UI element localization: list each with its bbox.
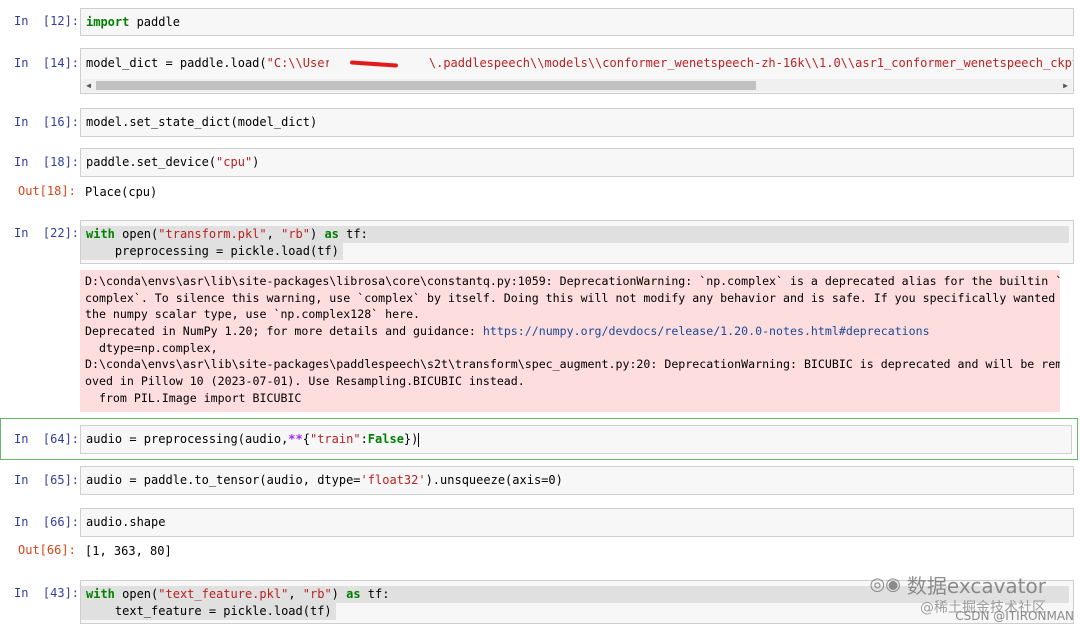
code-text: audio = paddle.to_tensor(audio, dtype= <box>86 473 361 487</box>
numpy-release-link[interactable]: https://numpy.org/devdocs/release/1.20.0… <box>483 324 930 338</box>
input-prompt: In [66]: <box>14 515 80 529</box>
stderr-line: D:\conda\envs\asr\lib\site-packages\libr… <box>85 274 1060 288</box>
stderr-line: dtype=np.complex, <box>85 340 218 355</box>
cell-output: [1, 363, 80] <box>85 544 172 558</box>
stderr-line: the numpy scalar type, use `np.complex12… <box>85 307 421 322</box>
keyword: as <box>324 227 339 241</box>
wechat-icon: ◎◉ <box>869 574 901 595</box>
keyword: False <box>367 432 404 446</box>
input-prompt: In [14]: <box>14 56 80 70</box>
code-input[interactable]: paddle.set_device("cpu") <box>80 148 1074 177</box>
watermark-text: 数据excavator <box>906 574 1046 598</box>
keyword: import <box>86 15 130 29</box>
code-input[interactable]: model.set_state_dict(model_dict) <box>80 108 1074 137</box>
string-literal: "rb" <box>281 227 310 241</box>
code-text: audio.shape <box>86 515 166 529</box>
code-text: text_feature = pickle.load(tf) <box>81 603 336 620</box>
input-prompt: In [12]: <box>14 14 80 28</box>
string-literal: "text_feature.pkl" <box>158 587 289 601</box>
code-input[interactable]: model_dict = paddle.load("C:\\Users \.pad… <box>80 48 1074 94</box>
output-prompt: Out[18]: <box>18 184 76 198</box>
horizontal-scrollbar[interactable]: ◀ ▶ <box>82 79 1072 92</box>
input-prompt: In [43]: <box>14 586 80 600</box>
stderr-line: oved in Pillow 10 (2023-07-01). Use Resa… <box>85 374 525 389</box>
stderr-line: from PIL.Image import BICUBIC <box>85 390 302 405</box>
stderr-line: D:\conda\envs\asr\lib\site-packages\padd… <box>85 357 1060 372</box>
scroll-left-icon[interactable]: ◀ <box>82 79 95 92</box>
string-literal: "train" <box>309 432 361 446</box>
input-prompt: In [64]: <box>14 432 80 446</box>
code-text: ) <box>252 155 260 169</box>
code-text: open( <box>114 587 159 601</box>
code-text: paddle.set_device( <box>86 155 217 169</box>
text-cursor <box>418 432 420 447</box>
code-text: ) <box>310 227 325 241</box>
string-literal: \.paddlespeech\\models\\conformer_wenets… <box>428 56 1073 70</box>
csdn-watermark: CSDN @ITIRONMAN <box>955 609 1074 623</box>
code-text: , <box>288 587 303 601</box>
operator: ** <box>288 432 303 446</box>
code-text: model.set_state_dict(model_dict) <box>86 115 318 129</box>
stderr-line: complex`. To silence this warning, use `… <box>85 290 1056 305</box>
keyword: with <box>86 587 115 601</box>
code-input[interactable]: audio = preprocessing(audio,**{"train":F… <box>80 425 1072 454</box>
code-text: tf: <box>338 227 368 241</box>
code-input[interactable]: audio = paddle.to_tensor(audio, dtype='f… <box>80 466 1074 495</box>
code-text: ).unsqueeze(axis=0) <box>425 473 563 487</box>
code-text: ) <box>331 587 347 601</box>
code-text: open( <box>114 227 159 241</box>
code-input[interactable]: import paddle <box>80 8 1074 36</box>
scroll-right-icon[interactable]: ▶ <box>1059 79 1072 92</box>
code-text: , <box>266 227 282 241</box>
code-text: }) <box>403 432 419 446</box>
output-prompt: Out[66]: <box>18 543 76 557</box>
stderr-line: Deprecated in NumPy 1.20; for more detai… <box>85 324 483 339</box>
input-prompt: In [18]: <box>14 155 80 169</box>
code-text: : <box>360 432 368 446</box>
code-text: model_dict = paddle.load( <box>86 56 267 70</box>
code-text: audio = preprocessing(audio, <box>86 432 289 446</box>
stderr-output: D:\conda\envs\asr\lib\site-packages\libr… <box>80 270 1060 412</box>
keyword: as <box>346 587 361 601</box>
code-text: preprocessing = pickle.load(tf) <box>81 243 343 260</box>
string-literal: "transform.pkl" <box>158 227 267 241</box>
code-input[interactable]: with open("transform.pkl", "rb") as tf: … <box>80 220 1074 264</box>
keyword: with <box>86 227 115 241</box>
code-text: tf: <box>360 587 390 601</box>
code-input[interactable]: audio.shape <box>80 508 1074 537</box>
code-text: { <box>302 432 310 446</box>
string-literal: "rb" <box>302 587 332 601</box>
cell-output: Place(cpu) <box>85 185 158 199</box>
string-literal: "cpu" <box>216 155 253 169</box>
string-literal: 'float32' <box>360 473 426 487</box>
scrollbar-thumb[interactable] <box>96 81 756 90</box>
input-prompt: In [22]: <box>14 226 80 240</box>
input-prompt: In [16]: <box>14 115 80 129</box>
input-prompt: In [65]: <box>14 473 80 487</box>
